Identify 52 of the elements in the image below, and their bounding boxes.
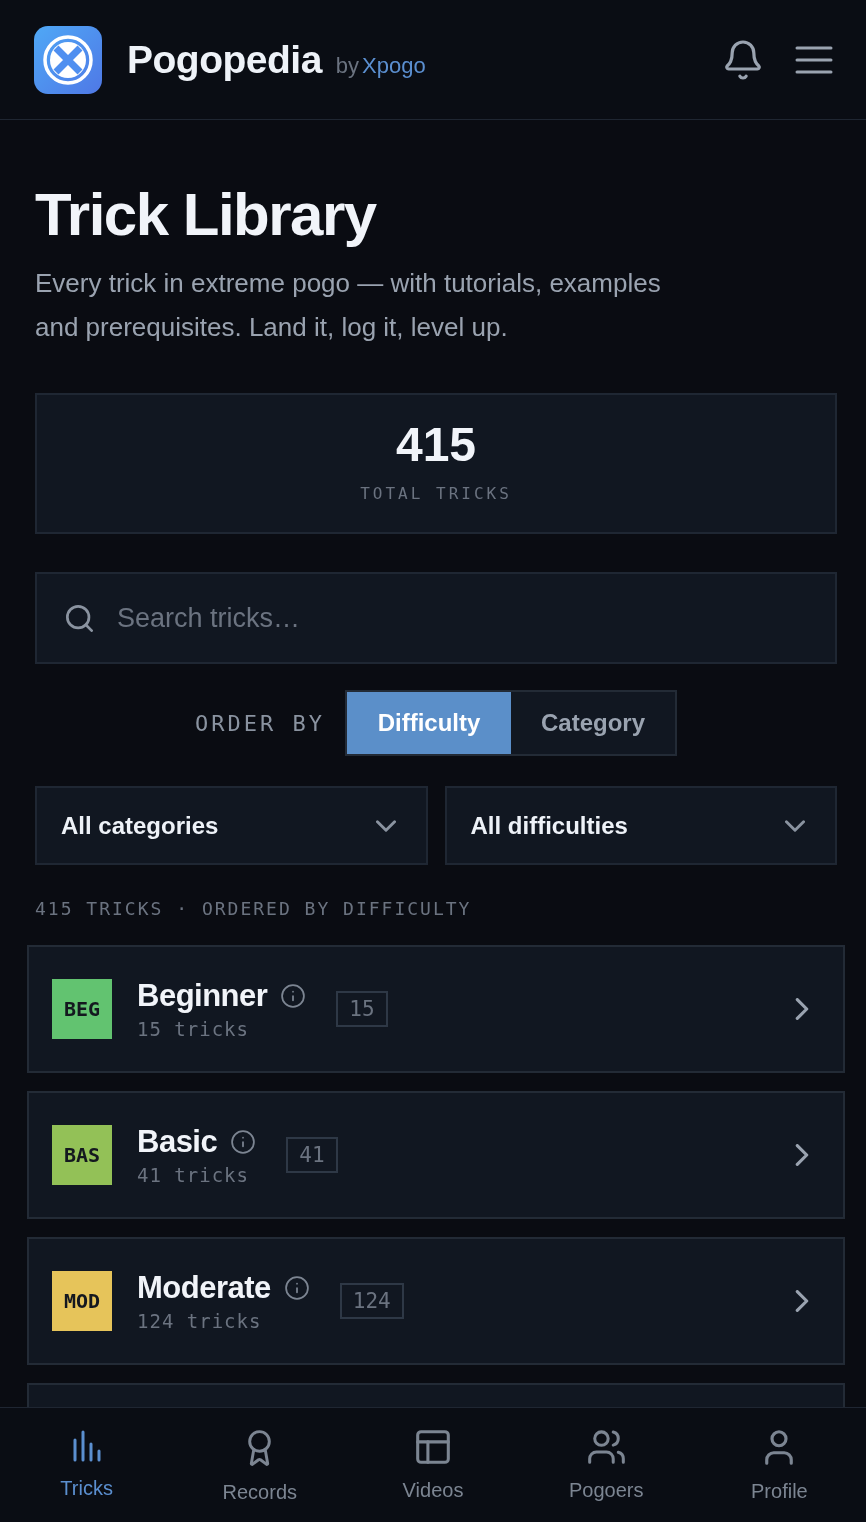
menu-button[interactable] [795, 45, 833, 74]
brand-name: Xpogo [362, 52, 426, 79]
level-name: Basic [137, 1123, 218, 1161]
difficulty-row[interactable]: BAS Basic 41 tricks 41 [27, 1091, 845, 1219]
filter-dropdown[interactable]: All difficulties [444, 786, 837, 865]
difficulty-row[interactable]: BEG Beginner 15 tricks 15 [27, 945, 845, 1073]
nav-tab[interactable]: Tricks [0, 1408, 174, 1522]
award-icon [248, 1430, 272, 1466]
app-title: Pogopedia [127, 37, 322, 82]
count-tag: 41 [286, 1137, 338, 1173]
stat-label: TOTAL TRICKS [360, 484, 512, 504]
stat-value: 415 [395, 417, 477, 473]
level-badge: BAS [52, 1125, 112, 1185]
level-name: Moderate [137, 1269, 271, 1307]
search-field[interactable]: Search tricks… [35, 572, 837, 664]
layout-icon [416, 1430, 450, 1464]
chevron-right-icon [795, 1290, 809, 1312]
bell-icon [725, 39, 761, 80]
nav-tab[interactable]: Records [173, 1408, 347, 1522]
level-badge: BEG [52, 979, 112, 1039]
page-description: Every trick in extreme pogo — with tutorials, examples and prerequisites. Land it, log it, level up. [35, 267, 662, 344]
user-icon [765, 1430, 794, 1465]
nav-tab[interactable]: Profile [692, 1408, 866, 1522]
order-by-label: ORDER BY [195, 710, 325, 736]
bar-chart-icon [71, 1430, 102, 1462]
nav-tab[interactable]: Videos [346, 1408, 520, 1522]
search-icon [66, 605, 93, 632]
difficulty-row[interactable]: MOD Moderate 124 tricks 124 [27, 1237, 845, 1365]
info-icon [231, 1130, 256, 1154]
info-icon [281, 984, 306, 1008]
logo-icon [34, 25, 102, 94]
trick-count-text: 41 tricks [137, 1163, 249, 1187]
info-icon [284, 1276, 309, 1300]
menu-icon [795, 45, 833, 74]
trick-count-text: 124 tricks [137, 1309, 262, 1333]
notifications-button[interactable] [725, 39, 761, 80]
chevron-right-icon [795, 998, 809, 1020]
order-option[interactable]: Category [511, 692, 675, 754]
count-tag: 124 [339, 1283, 404, 1319]
level-name: Beginner [137, 977, 268, 1015]
byline: by [335, 52, 360, 79]
chevron-right-icon [795, 1144, 809, 1166]
level-badge: MOD [52, 1271, 112, 1331]
count-tag: 15 [336, 991, 388, 1027]
trick-count-text: 15 tricks [137, 1017, 249, 1041]
chevron-down-icon [375, 819, 396, 832]
nav-tab[interactable]: Pogoers [519, 1408, 693, 1522]
page-title: Trick Library [35, 182, 378, 248]
results-summary: 415 TRICKS · ORDERED BY DIFFICULTY [35, 897, 472, 921]
users-icon [587, 1430, 625, 1464]
chevron-down-icon [785, 819, 805, 832]
filter-dropdown[interactable]: All categories [35, 786, 428, 865]
